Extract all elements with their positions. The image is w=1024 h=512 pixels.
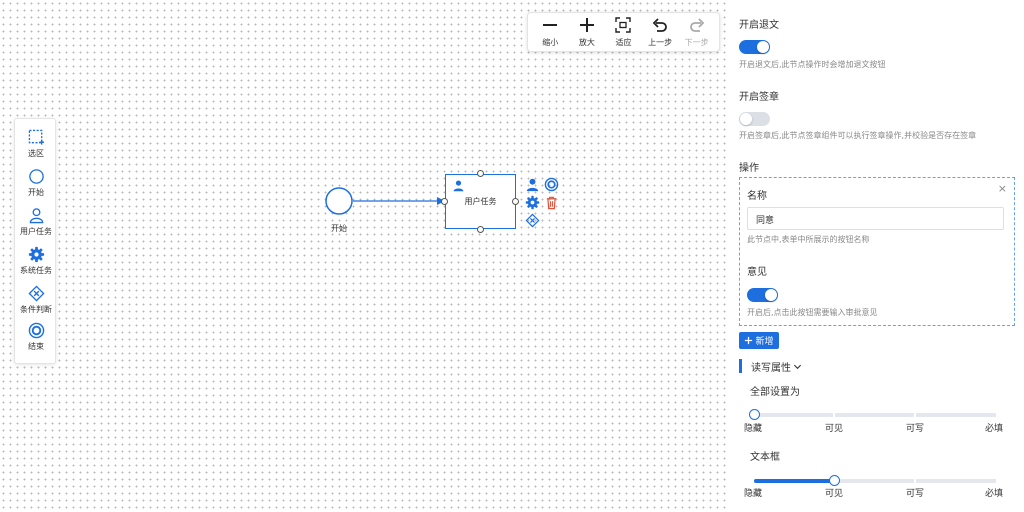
add-operation-button[interactable]: 新增 <box>739 332 779 349</box>
set-all-mark-required[interactable]: 必填 <box>985 421 1003 434</box>
gear-icon <box>28 246 44 263</box>
rw-section-toggle[interactable]: 读写属性 <box>739 359 802 374</box>
fit-icon <box>615 17 632 33</box>
palette-end-label: 结束 <box>28 342 44 351</box>
op-name-hint: 此节点中,表单中所展示的按钮名称 <box>747 235 870 244</box>
close-icon[interactable]: × <box>998 182 1007 195</box>
lasso-select-icon <box>28 129 44 145</box>
textbox-label: 文本框 <box>750 452 780 463</box>
rw-title: 读写属性 <box>751 362 791 374</box>
seal-title: 开启签章 <box>739 92 779 103</box>
redo-icon <box>689 18 704 32</box>
set-all-slider-thumb[interactable] <box>749 409 760 420</box>
textbox-slider-thumb[interactable] <box>829 475 840 486</box>
switch-knob <box>757 41 769 53</box>
zoom-out-button[interactable]: 缩小 <box>533 16 567 48</box>
plus-icon <box>745 336 753 345</box>
palette-system-task[interactable]: 系统任务 <box>15 246 57 276</box>
chevron-down-icon <box>793 364 802 369</box>
element-palette: 选区 开始 用户任务 系统任务 条件判断 结束 <box>14 118 56 364</box>
palette-condition[interactable]: 条件判断 <box>15 285 57 315</box>
palette-start[interactable]: 开始 <box>15 168 57 198</box>
diagram-edges <box>325 187 445 215</box>
redo-button[interactable]: 下一步 <box>680 16 714 48</box>
undo-icon <box>652 18 667 32</box>
properties-panel: 开启退文 开启退文后,此节点操作时会增加退文按钮 开启签章 开启签章后,此节点签… <box>730 0 1024 512</box>
textbox-mark-required[interactable]: 必填 <box>985 486 1003 499</box>
connect-handle-bottom[interactable] <box>477 226 484 233</box>
operations-title: 操作 <box>739 163 759 174</box>
seal-switch[interactable] <box>739 112 770 126</box>
seal-hint: 开启签章后,此节点签章组件可以执行签章操作,并校验是否存在签章 <box>739 131 977 140</box>
fit-view-button[interactable]: 适应 <box>606 16 640 48</box>
palette-system-task-label: 系统任务 <box>20 266 52 275</box>
textbox-mark-hidden[interactable]: 隐藏 <box>744 486 762 499</box>
user-icon <box>453 180 464 192</box>
palette-end[interactable]: 结束 <box>15 322 57 352</box>
zoom-in-label: 放大 <box>578 38 595 47</box>
slider-segment <box>754 413 833 417</box>
set-all-slider[interactable] <box>749 409 996 420</box>
slider-segment <box>835 479 914 483</box>
start-event-icon <box>28 169 44 184</box>
op-name-label: 名称 <box>747 191 767 202</box>
switch-knob <box>765 289 777 301</box>
op-name-input[interactable]: 同意 <box>747 207 1004 230</box>
textbox-mark-visible[interactable]: 可见 <box>825 486 843 499</box>
slider-segment <box>916 479 996 483</box>
start-event[interactable] <box>325 187 353 215</box>
operation-card: 名称 × 同意 此节点中,表单中所展示的按钮名称 意见 开启后,点击此按钮需要输… <box>739 177 1015 326</box>
append-user-task-icon[interactable] <box>525 177 540 192</box>
connect-handle-right[interactable] <box>512 198 519 205</box>
palette-start-label: 开始 <box>28 188 44 197</box>
connect-handle-top[interactable] <box>477 170 484 177</box>
slider-segment <box>916 413 996 417</box>
set-all-mark-hidden[interactable]: 隐藏 <box>744 421 762 434</box>
op-opinion-label: 意见 <box>747 267 767 278</box>
op-opinion-hint: 开启后,点击此按钮需要输入审批意见 <box>747 308 878 317</box>
redo-label: 下一步 <box>684 38 709 47</box>
append-gateway-icon[interactable] <box>525 213 540 228</box>
zoom-out-label: 缩小 <box>542 38 559 47</box>
gateway-icon <box>27 285 45 302</box>
minus-icon <box>543 24 558 26</box>
undo-button[interactable]: 上一步 <box>643 16 677 48</box>
textbox-mark-writable[interactable]: 可写 <box>906 486 924 499</box>
textbox-slider[interactable] <box>754 475 996 486</box>
zoom-in-button[interactable]: 放大 <box>570 16 604 48</box>
append-end-event-icon[interactable] <box>544 177 559 192</box>
plus-icon <box>579 18 594 32</box>
start-event-label: 开始 <box>331 224 347 233</box>
user-task-label: 用户任务 <box>464 197 497 206</box>
return-hint: 开启退文后,此节点操作时会增加退文按钮 <box>739 60 886 69</box>
user-outline-icon <box>29 208 43 224</box>
set-all-mark-visible[interactable]: 可见 <box>825 421 843 434</box>
palette-select-label: 选区 <box>28 149 44 158</box>
user-task-node[interactable]: 用户任务 <box>445 174 516 229</box>
palette-select[interactable]: 选区 <box>15 129 57 159</box>
return-title: 开启退文 <box>739 20 779 31</box>
switch-knob <box>740 113 752 125</box>
return-switch[interactable] <box>739 40 770 54</box>
textbox-slider-fill <box>754 479 835 483</box>
set-all-label: 全部设置为 <box>750 387 800 398</box>
connect-handle-left[interactable] <box>441 198 448 205</box>
op-opinion-switch[interactable] <box>747 288 778 302</box>
fit-view-label: 适应 <box>615 38 632 47</box>
undo-label: 上一步 <box>648 38 673 47</box>
set-all-mark-writable[interactable]: 可写 <box>906 421 924 434</box>
add-operation-label: 新增 <box>755 337 774 347</box>
palette-condition-label: 条件判断 <box>20 305 52 314</box>
palette-user-task[interactable]: 用户任务 <box>15 207 57 237</box>
append-system-task-icon[interactable] <box>525 195 540 210</box>
canvas-toolbar: 缩小 放大 适应 上一步 下一步 <box>527 12 720 52</box>
palette-user-task-label: 用户任务 <box>20 227 52 236</box>
slider-segment <box>835 413 914 417</box>
end-event-icon <box>28 322 44 339</box>
delete-icon[interactable] <box>544 195 559 210</box>
